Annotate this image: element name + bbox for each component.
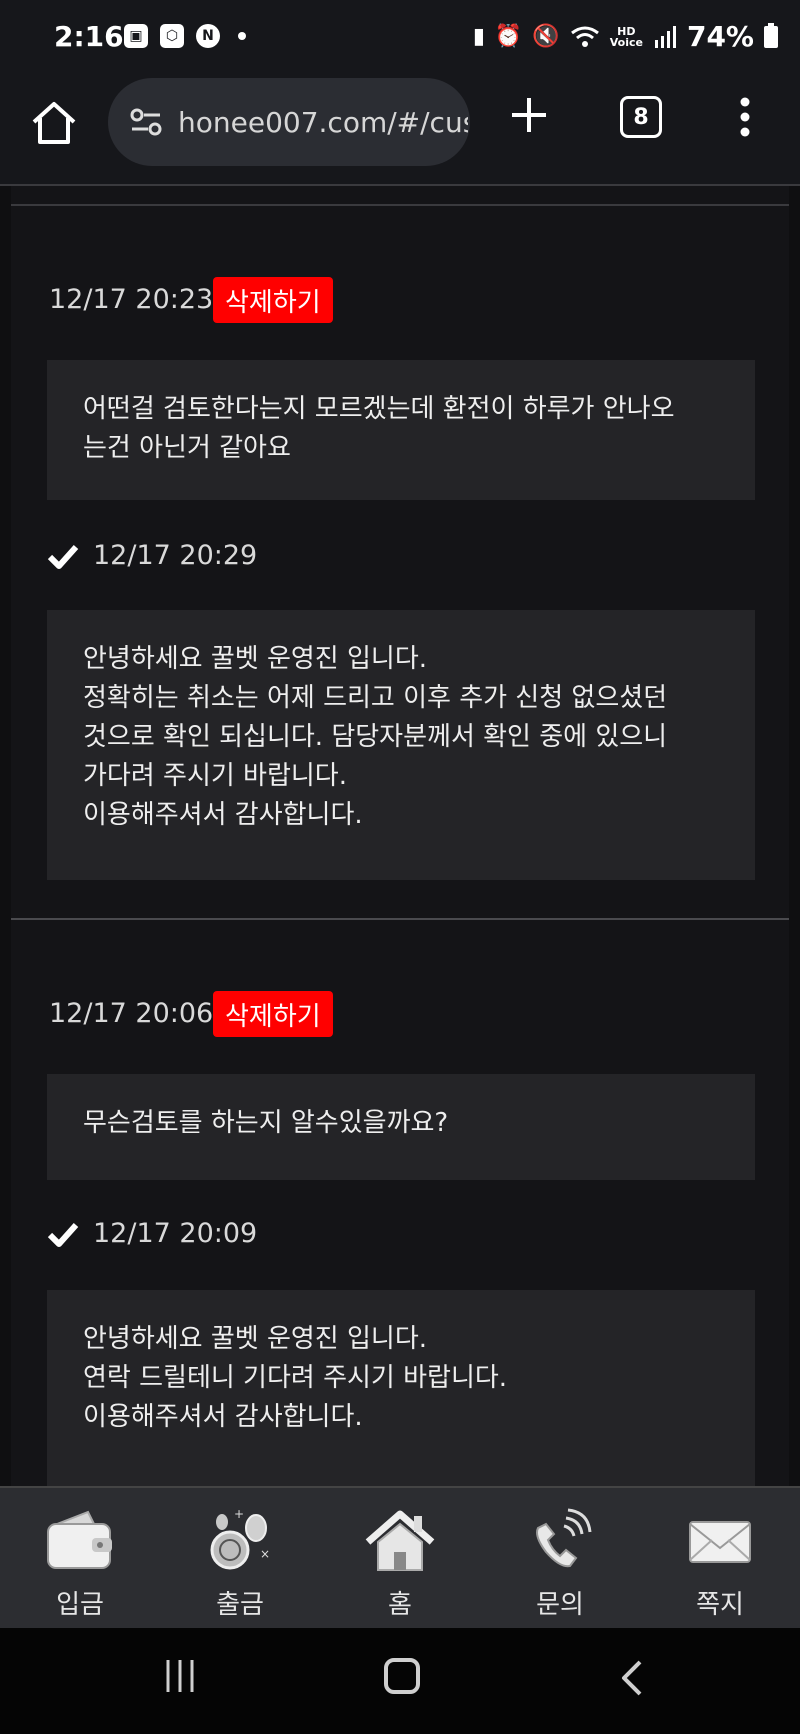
answer-text: 정확히는 취소는 어제 드리고 이후 추가 신청 없으셨던 bbox=[83, 683, 668, 713]
status-icons: ▮ ⏰ 🔇 HD Voice 74% bbox=[473, 20, 778, 53]
naver-icon: N bbox=[196, 24, 220, 48]
question-date: 12/17 20:06 bbox=[49, 998, 214, 1029]
divider bbox=[11, 204, 789, 206]
question-text: 무슨검토를 하는지 알수있을까요? bbox=[83, 1108, 449, 1138]
question-text: 어떤걸 검토한다는지 모르겠는데 환전이 하루가 안나오 bbox=[83, 394, 675, 424]
answer-text: 가다려 주시기 바랍니다. bbox=[83, 761, 347, 791]
nav-label: 문의 bbox=[536, 1590, 584, 1620]
back-icon[interactable] bbox=[614, 1658, 650, 1698]
question-text: 는건 아닌거 같아요 bbox=[83, 433, 291, 463]
divider bbox=[11, 918, 789, 920]
nav-label: 홈 bbox=[388, 1590, 412, 1620]
signal-icon bbox=[654, 25, 676, 48]
home-icon[interactable] bbox=[28, 96, 80, 148]
battery-percent: 74% bbox=[686, 20, 754, 53]
delete-button[interactable]: 삭제하기 bbox=[213, 991, 333, 1037]
question-box: 어떤걸 검토한다는지 모르겠는데 환전이 하루가 안나오 는건 아닌거 같아요 bbox=[47, 360, 755, 500]
recents-icon[interactable] bbox=[162, 1658, 198, 1694]
system-home-button[interactable] bbox=[384, 1658, 420, 1694]
nav-withdraw[interactable]: × + 출금 bbox=[160, 1488, 320, 1630]
answer-text: 이용해주셔서 감사합니다. bbox=[83, 1402, 363, 1432]
answer-header: 12/17 20:29 bbox=[47, 540, 257, 571]
battery-saver-icon: ▮ bbox=[472, 24, 485, 49]
envelope-icon bbox=[689, 1521, 751, 1563]
answer-box: 안녕하세요 꿀벳 운영진 입니다. 연락 드릴테니 기다려 주시기 바랍니다. … bbox=[47, 1290, 755, 1486]
svg-text:+: + bbox=[234, 1508, 244, 1521]
status-time: 2:16 bbox=[54, 20, 124, 53]
answer-text: 연락 드릴테니 기다려 주시기 바랍니다. bbox=[83, 1363, 508, 1393]
bottom-nav: 입금 × + 출금 홈 문의 쪽지 bbox=[0, 1486, 800, 1630]
answer-text: 안녕하세요 꿀벳 운영진 입니다. bbox=[83, 644, 428, 674]
new-tab-icon[interactable] bbox=[504, 90, 554, 140]
wallet-icon bbox=[47, 1510, 112, 1569]
phone-icon bbox=[536, 1508, 592, 1568]
answer-text: 안녕하세요 꿀벳 운영진 입니다. bbox=[83, 1324, 428, 1354]
nav-label: 쪽지 bbox=[696, 1590, 744, 1620]
answer-date: 12/17 20:09 bbox=[93, 1218, 258, 1249]
mute-icon: 🔇 bbox=[532, 24, 560, 49]
status-bar: 2:16 ▣ ⬡ N ▮ ⏰ 🔇 HD Voice 74% bbox=[0, 0, 800, 74]
delete-label: 삭제하기 bbox=[225, 287, 321, 318]
browser-toolbar: honee007.com/#/customer 8 bbox=[0, 74, 800, 186]
question-date: 12/17 20:23 bbox=[49, 284, 214, 315]
system-nav-bar bbox=[0, 1628, 800, 1734]
question-box: 무슨검토를 하는지 알수있을까요? bbox=[47, 1074, 755, 1180]
alarm-icon: ⏰ bbox=[494, 24, 523, 49]
svg-text:×: × bbox=[260, 1547, 270, 1561]
house-icon bbox=[365, 1510, 435, 1571]
answer-date: 12/17 20:29 bbox=[93, 540, 258, 571]
site-settings-icon[interactable] bbox=[128, 104, 164, 140]
nav-home[interactable]: 홈 bbox=[320, 1488, 480, 1630]
answer-box: 안녕하세요 꿀벳 운영진 입니다. 정확히는 취소는 어제 드리고 이후 추가 … bbox=[47, 610, 755, 880]
address-bar[interactable]: honee007.com/#/customer bbox=[108, 78, 470, 166]
nav-inquiry[interactable]: 문의 bbox=[480, 1488, 640, 1630]
tab-count: 8 bbox=[633, 104, 649, 130]
nav-message[interactable]: 쪽지 bbox=[640, 1488, 800, 1630]
nav-deposit[interactable]: 입금 bbox=[0, 1488, 160, 1630]
answer-text: 것으로 확인 되십니다. 담당자분께서 확인 중에 있으니 bbox=[83, 722, 668, 752]
notification-icons: ▣ ⬡ N bbox=[124, 24, 246, 48]
coins-icon: × + bbox=[210, 1508, 270, 1570]
hd-voice-icon: HD Voice bbox=[609, 24, 643, 49]
answer-text: 이용해주셔서 감사합니다. bbox=[83, 800, 363, 830]
url-text[interactable]: honee007.com/#/customer bbox=[178, 106, 468, 139]
nav-label: 입금 bbox=[56, 1590, 104, 1620]
more-notifications-dot bbox=[238, 32, 246, 40]
app-cube-icon: ⬡ bbox=[160, 24, 184, 48]
check-icon bbox=[47, 544, 79, 569]
delete-button[interactable]: 삭제하기 bbox=[213, 277, 333, 323]
more-menu-icon[interactable] bbox=[730, 92, 760, 142]
answer-header: 12/17 20:09 bbox=[47, 1218, 257, 1249]
wifi-icon bbox=[570, 26, 599, 47]
battery-icon bbox=[764, 22, 778, 48]
delete-label: 삭제하기 bbox=[225, 1001, 321, 1032]
inquiry-list: 12/17 20:23 삭제하기 어떤걸 검토한다는지 모르겠는데 환전이 하루… bbox=[11, 186, 789, 1486]
nav-label: 출금 bbox=[216, 1590, 264, 1620]
tab-switcher-button[interactable]: 8 bbox=[620, 96, 662, 138]
check-icon bbox=[47, 1222, 79, 1247]
gallery-icon: ▣ bbox=[124, 24, 148, 48]
